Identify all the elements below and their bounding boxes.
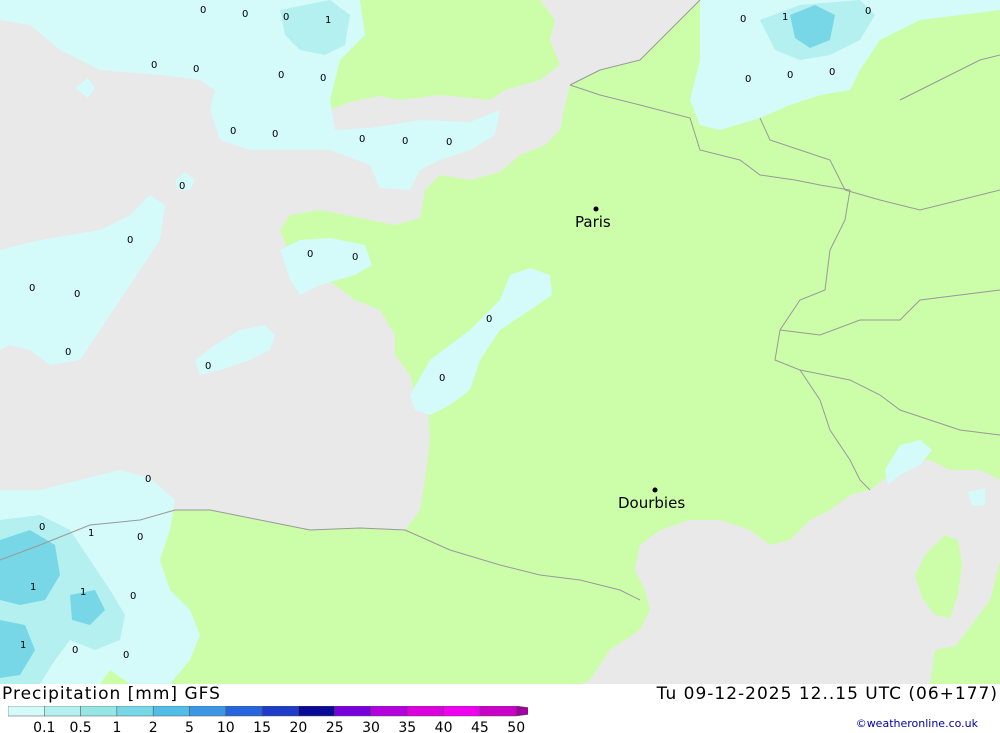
legend-swatch (189, 706, 227, 717)
legend-tick-label: 50 (507, 720, 525, 733)
legend-tick-label: 0.1 (33, 720, 55, 733)
value-label: 0 (123, 650, 129, 661)
value-label: 0 (242, 9, 248, 20)
value-label: 0 (439, 373, 445, 384)
value-label: 0 (230, 126, 236, 137)
legend-swatch (44, 706, 81, 717)
value-label: 0 (179, 181, 185, 192)
value-label: 0 (740, 14, 746, 25)
credit-link[interactable]: ©weatheronline.co.uk (856, 717, 978, 730)
value-label: 0 (65, 347, 71, 358)
precipitation-map: Paris Dourbies 0 0 0 1 0 1 0 0 0 0 0 0 0… (0, 0, 1000, 684)
city-label: Paris (575, 213, 611, 231)
legend-tick-label: 40 (435, 720, 453, 733)
legend-swatch (80, 706, 118, 717)
value-label: 0 (359, 134, 365, 145)
legend-tick-label: 10 (217, 720, 235, 733)
value-label: 0 (829, 67, 835, 78)
legend-swatch (515, 706, 528, 717)
legend-swatch (261, 706, 299, 717)
value-label: 1 (325, 15, 331, 26)
legend-tick-label: 35 (398, 720, 416, 733)
value-label: 0 (283, 12, 289, 23)
legend-tick-label: 20 (289, 720, 307, 733)
legend-swatch (479, 706, 517, 717)
value-label: 0 (787, 70, 793, 81)
value-label: 0 (39, 522, 45, 533)
legend-tick-label: 30 (362, 720, 380, 733)
value-label: 0 (865, 6, 871, 17)
value-label: 0 (352, 252, 358, 263)
value-label: 1 (782, 12, 788, 23)
legend-swatch (225, 706, 263, 717)
value-label: 1 (88, 528, 94, 539)
value-label: 0 (446, 137, 452, 148)
value-label: 0 (745, 74, 751, 85)
legend-tick-label: 15 (253, 720, 271, 733)
legend-tick-label: 2 (149, 720, 158, 733)
map-title: Precipitation [mm] GFS (2, 684, 221, 704)
value-label: 0 (74, 289, 80, 300)
legend-tick-label: 25 (326, 720, 344, 733)
legend-swatch (407, 706, 444, 717)
value-label: 0 (137, 532, 143, 543)
city-label: Dourbies (618, 494, 685, 512)
footer-bar: Precipitation [mm] GFS Tu 09-12-2025 12.… (0, 684, 1000, 733)
map-datetime: Tu 09-12-2025 12..15 UTC (06+177) (656, 684, 998, 704)
value-label: 0 (151, 60, 157, 71)
value-label: 1 (30, 582, 36, 593)
city-dot (593, 206, 599, 212)
value-label: 0 (307, 249, 313, 260)
value-label: 0 (200, 5, 206, 16)
legend-tick-label: 1 (112, 720, 121, 733)
legend-swatch (298, 706, 335, 717)
city-dot (652, 487, 658, 493)
legend-tick-label: 45 (471, 720, 489, 733)
legend-swatch (8, 706, 45, 717)
legend-swatch (116, 706, 154, 717)
legend-tick-label: 5 (185, 720, 194, 733)
value-label: 0 (205, 361, 211, 372)
value-label: 1 (20, 640, 26, 651)
value-label: 0 (72, 645, 78, 656)
value-label: 0 (145, 474, 151, 485)
color-legend: 0.1 0.5 1 2 5 10 15 20 25 30 35 40 45 50 (8, 706, 528, 733)
value-label: 0 (486, 314, 492, 325)
value-label: 0 (193, 64, 199, 75)
legend-swatch (443, 706, 481, 717)
value-label: 0 (320, 73, 326, 84)
legend-tick-label: 0.5 (69, 720, 91, 733)
value-label: 0 (402, 136, 408, 147)
value-label: 0 (29, 283, 35, 294)
value-label: 1 (80, 587, 86, 598)
value-label: 0 (278, 70, 284, 81)
value-label: 0 (127, 235, 133, 246)
legend-swatch (152, 706, 190, 717)
legend-swatch (370, 706, 408, 717)
legend-swatch (334, 706, 372, 717)
value-label: 0 (272, 129, 278, 140)
value-label: 0 (130, 591, 136, 602)
